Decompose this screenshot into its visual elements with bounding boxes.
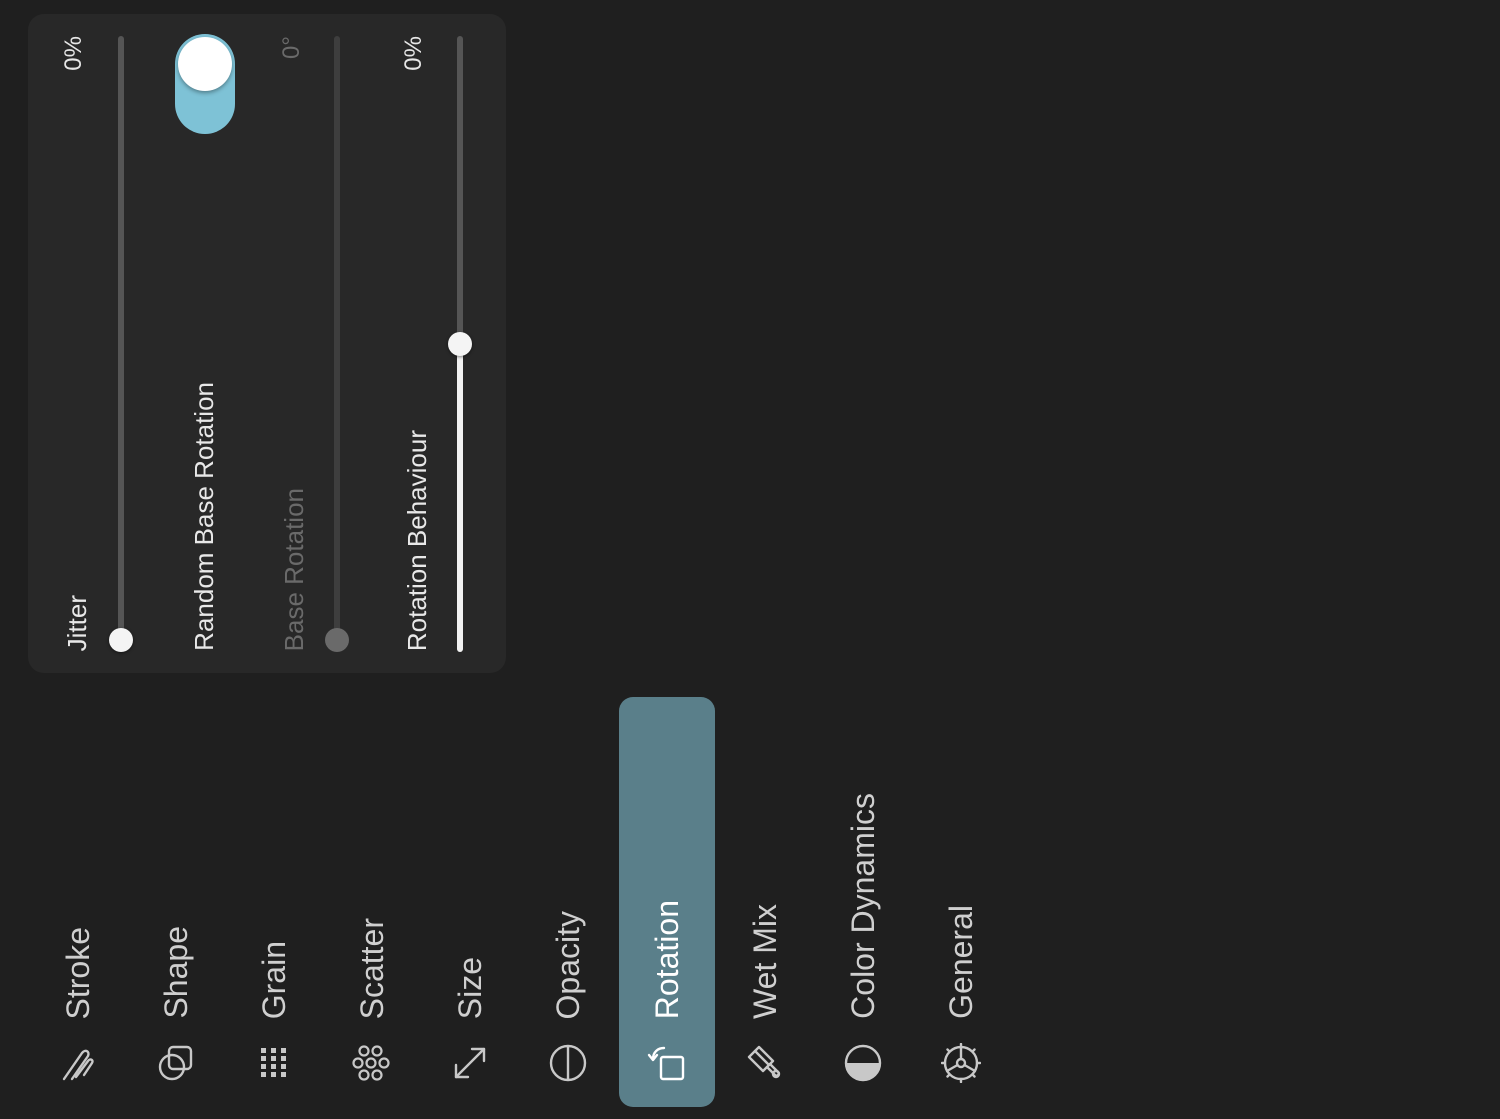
rotation-behaviour-slider-fill	[457, 344, 463, 652]
jitter-label: Jitter	[62, 594, 92, 651]
menu-item-opacity[interactable]: Opacity	[520, 697, 616, 1107]
menu-item-label: Grain	[256, 940, 292, 1019]
menu-item-rotation[interactable]: Rotation	[619, 697, 715, 1107]
opacity-icon	[548, 1043, 588, 1083]
rotation-behaviour-slider-knob[interactable]	[448, 332, 472, 356]
rotation-settings-panel: Jitter 0% Random Base Rotation Base Rota…	[28, 14, 506, 673]
base-rotation-slider-knob	[325, 628, 349, 652]
menu-item-label: Size	[452, 956, 488, 1019]
menu-item-scatter[interactable]: Scatter	[324, 697, 420, 1107]
random-base-rotation-label: Random Base Rotation	[189, 382, 219, 651]
scatter-icon	[352, 1043, 392, 1083]
menu-item-label: General	[943, 905, 979, 1019]
rotation-icon	[647, 1043, 687, 1083]
random-base-rotation-toggle[interactable]	[175, 34, 235, 134]
menu-item-stroke[interactable]: Stroke	[30, 697, 126, 1107]
menu-item-grain[interactable]: Grain	[226, 697, 322, 1107]
size-icon	[450, 1043, 490, 1083]
general-icon	[941, 1043, 981, 1083]
menu-item-wet-mix[interactable]: Wet Mix	[717, 697, 813, 1107]
color-dynamics-icon	[843, 1043, 883, 1083]
stroke-icon	[58, 1043, 98, 1083]
rotation-behaviour-value: 0%	[400, 36, 427, 71]
toggle-thumb	[178, 37, 232, 91]
wet-mix-icon	[745, 1043, 785, 1083]
jitter-slider-track[interactable]	[118, 36, 124, 642]
jitter-value: 0%	[60, 36, 87, 71]
menu-item-label: Shape	[158, 926, 194, 1019]
menu-item-label: Color Dynamics	[845, 793, 881, 1019]
menu-item-size[interactable]: Size	[422, 697, 518, 1107]
jitter-slider-knob[interactable]	[109, 628, 133, 652]
menu-item-label: Opacity	[550, 910, 586, 1019]
menu-item-shape[interactable]: Shape	[128, 697, 224, 1107]
menu-item-label: Stroke	[60, 926, 96, 1019]
base-rotation-slider-track	[334, 36, 340, 642]
menu-item-label: Scatter	[354, 917, 390, 1019]
brush-studio-screen: Jitter 0% Random Base Rotation Base Rota…	[0, 0, 1500, 1119]
menu-item-general[interactable]: General	[913, 697, 1009, 1107]
shape-icon	[156, 1043, 196, 1083]
menu-item-label: Rotation	[649, 899, 685, 1019]
base-rotation-value: 0°	[278, 36, 305, 59]
rotation-behaviour-label: Rotation Behaviour	[402, 429, 432, 651]
base-rotation-label: Base Rotation	[279, 487, 309, 651]
menu-item-label: Wet Mix	[747, 904, 783, 1019]
grain-icon	[254, 1043, 294, 1083]
menu-item-color-dynamics[interactable]: Color Dynamics	[815, 697, 911, 1107]
